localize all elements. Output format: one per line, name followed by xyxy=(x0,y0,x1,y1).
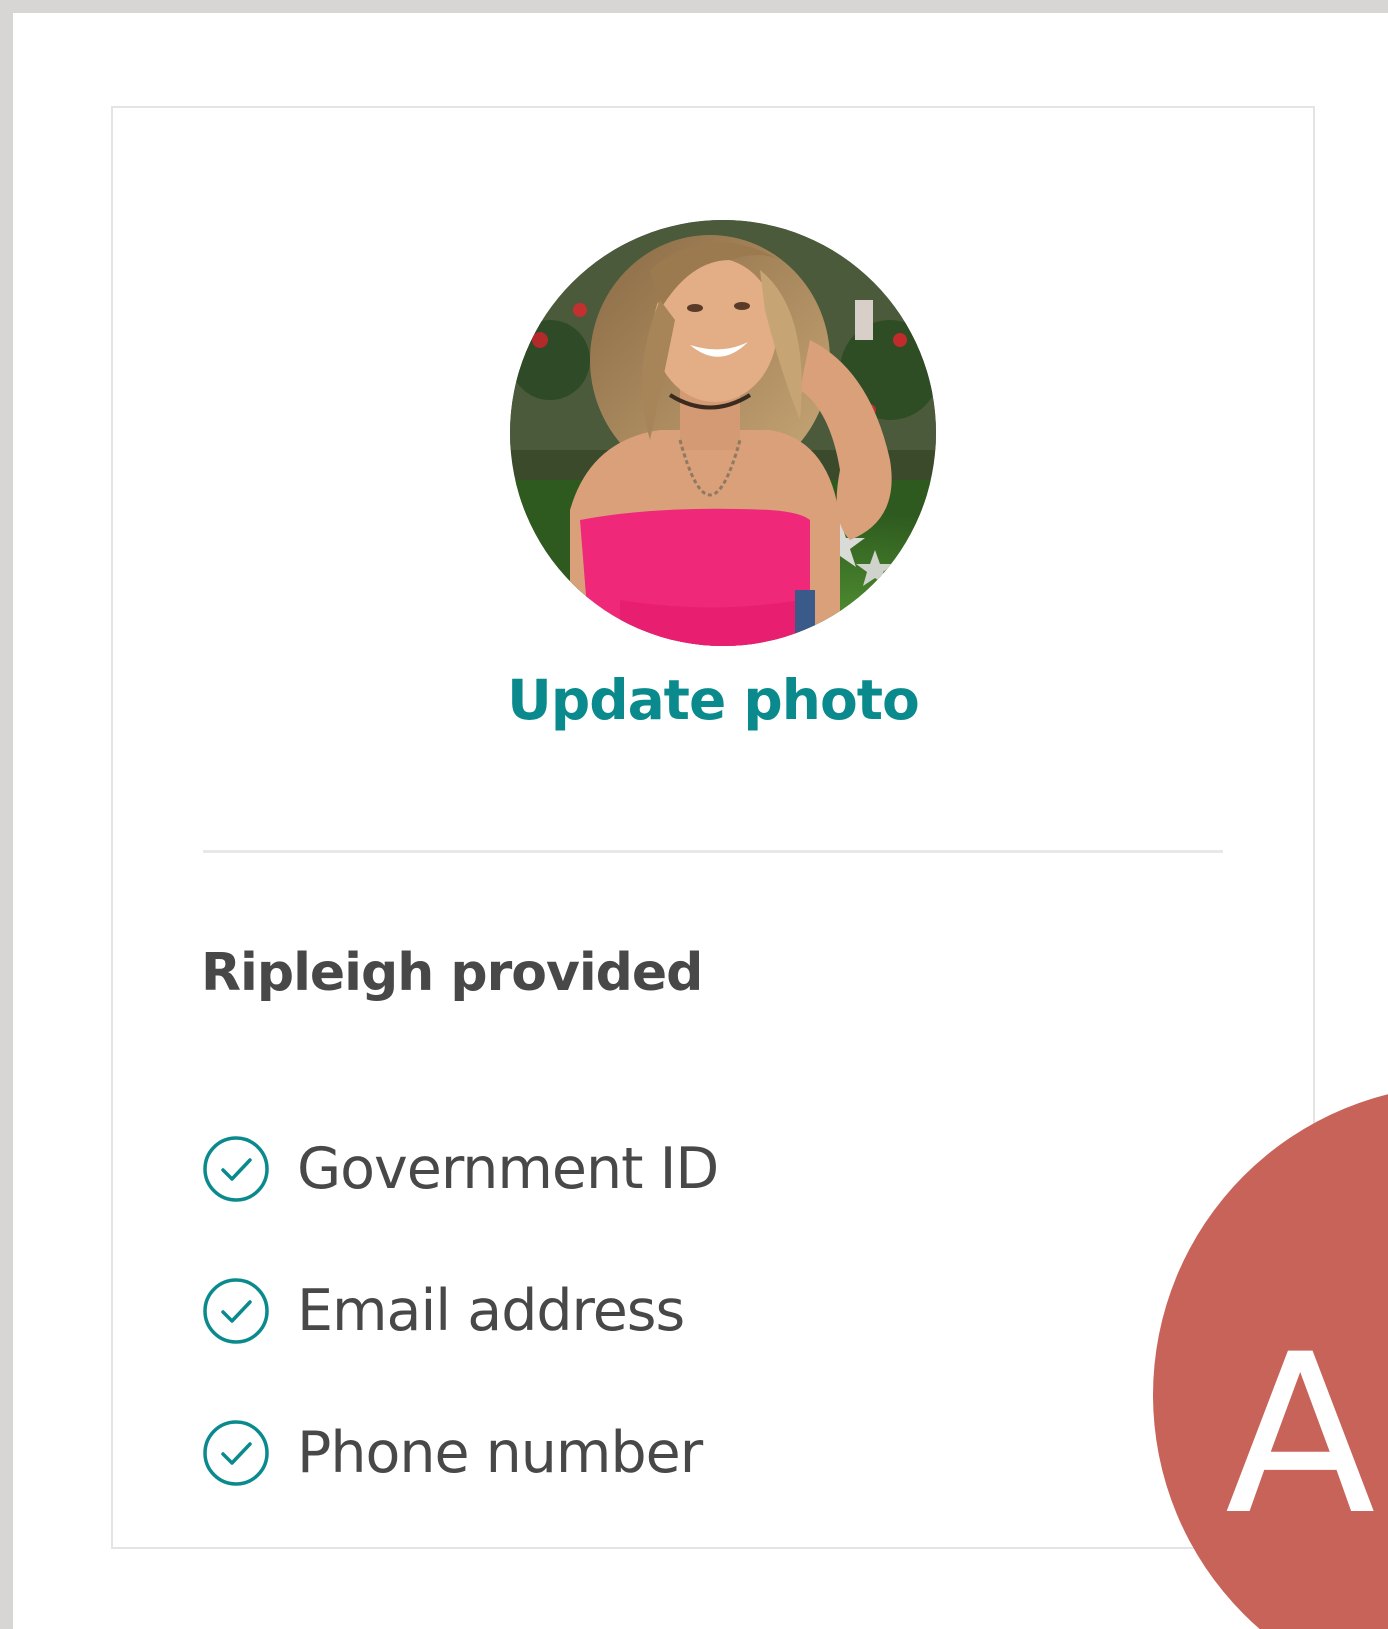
check-circle-icon xyxy=(203,1420,269,1486)
verified-list: Government ID Email address Phone number xyxy=(201,1098,719,1524)
email-address-label: Email address xyxy=(297,1278,685,1344)
ai-badge-text: Ai xyxy=(1225,1307,1388,1563)
list-item: Phone number xyxy=(201,1382,718,1524)
update-photo-link[interactable]: Update photo xyxy=(113,668,1313,732)
check-circle-icon xyxy=(203,1136,269,1202)
provided-heading: Ripleigh provided xyxy=(201,943,703,1003)
divider xyxy=(203,850,1223,853)
page: Update photo Ripleigh provided Governmen… xyxy=(13,13,1388,1629)
phone-number-label: Phone number xyxy=(297,1420,703,1486)
list-item: Government ID xyxy=(201,1098,719,1240)
government-id-label: Government ID xyxy=(297,1136,719,1202)
avatar xyxy=(510,220,936,646)
profile-photo xyxy=(510,220,936,646)
list-item: Email address xyxy=(201,1240,718,1382)
verification-card: Update photo Ripleigh provided Governmen… xyxy=(111,106,1315,1549)
check-circle-icon xyxy=(203,1278,269,1344)
